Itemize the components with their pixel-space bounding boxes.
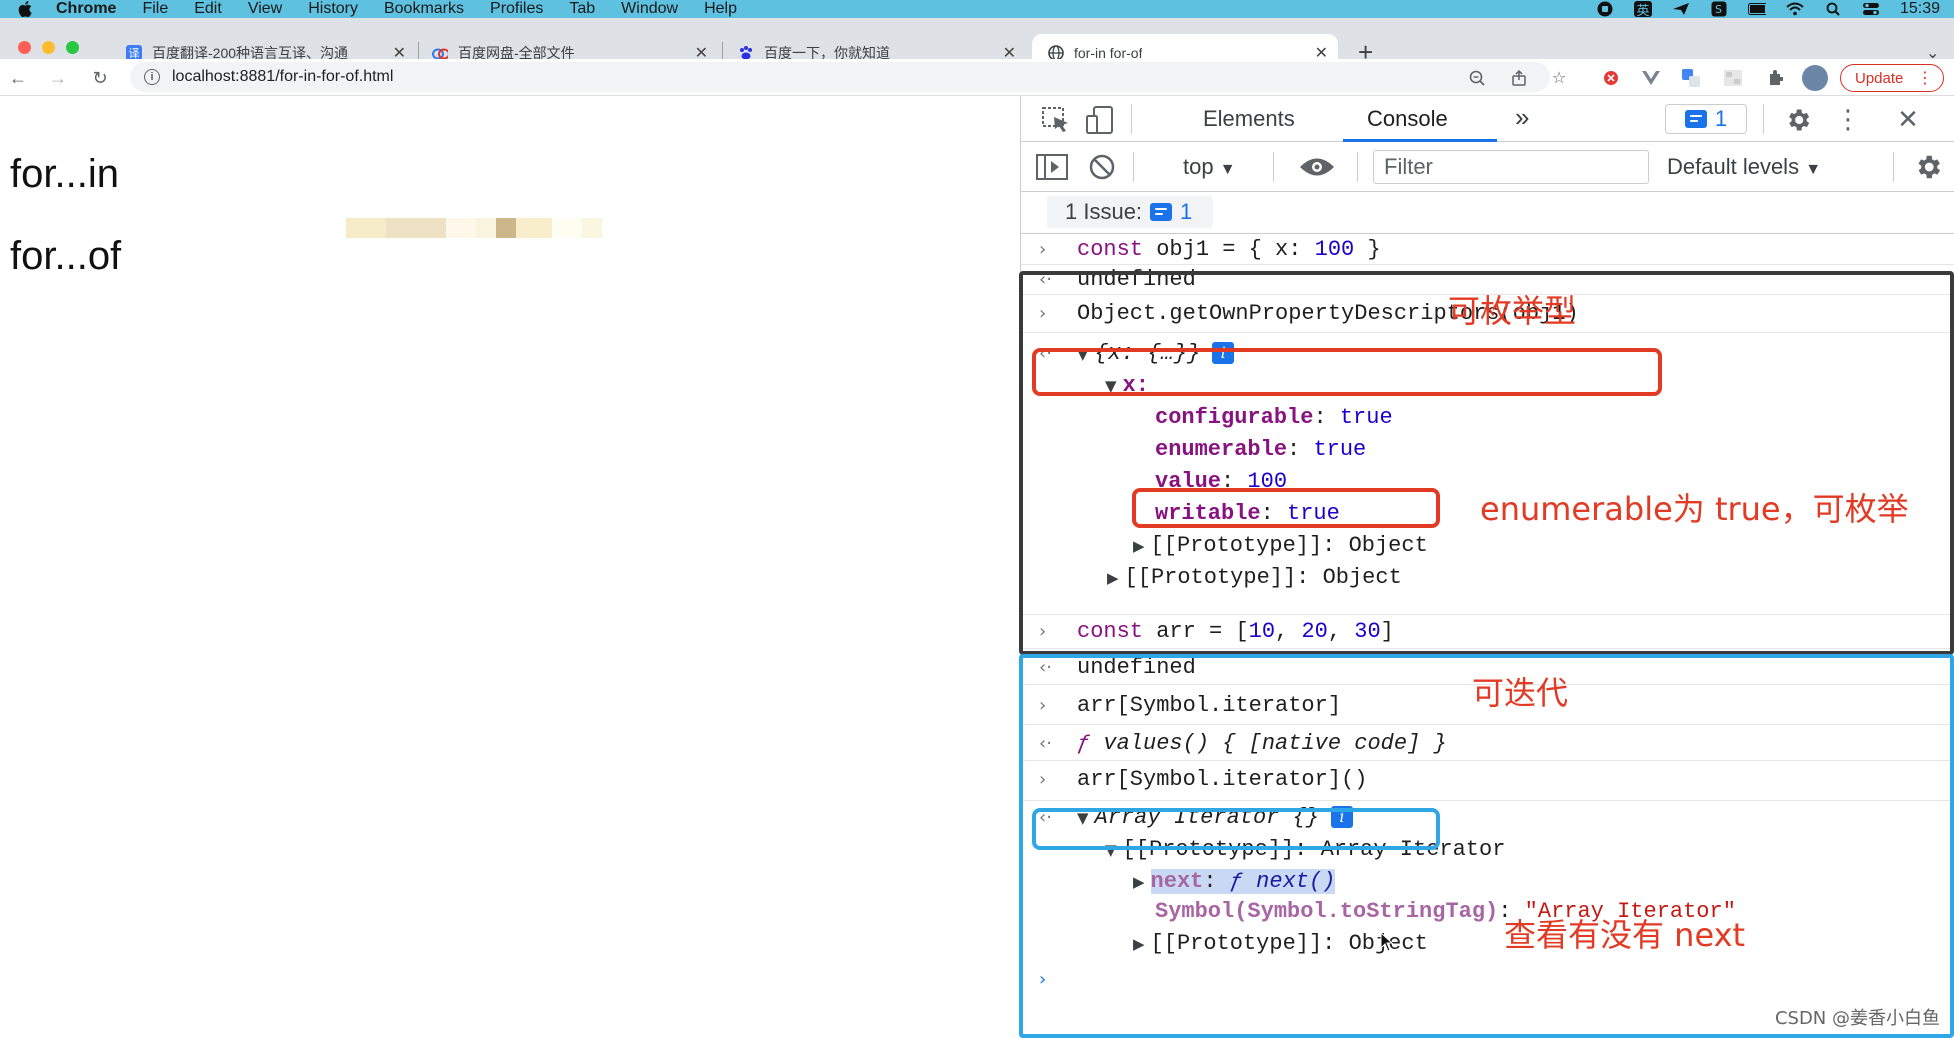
window-minimize-button[interactable] (42, 41, 55, 54)
menu-app-name[interactable]: Chrome (56, 0, 116, 18)
toolbar-divider (1273, 152, 1274, 182)
sidebar-toggle-icon[interactable] (1035, 152, 1069, 182)
update-label: Update (1855, 69, 1904, 87)
toolbar-divider (1133, 152, 1134, 182)
extension-translate-icon[interactable] (1680, 67, 1702, 89)
log-levels-value: Default levels (1667, 154, 1800, 179)
log-levels-dropdown[interactable]: Default levels ▼ (1667, 154, 1821, 180)
kebab-menu-icon[interactable]: ⋮ (1833, 104, 1863, 134)
menu-file[interactable]: File (142, 0, 168, 18)
menu-profiles[interactable]: Profiles (490, 0, 543, 18)
number-literal: 100 (1314, 236, 1355, 262)
issues-link[interactable]: 1 Issue: 1 (1047, 196, 1213, 228)
console-filter-input[interactable]: Filter (1373, 150, 1649, 184)
extensions-puzzle-icon[interactable] (1764, 67, 1786, 89)
issues-count: 1 (1180, 199, 1193, 224)
update-button[interactable]: Update ⋮ (1840, 64, 1944, 92)
address-url[interactable]: localhost:8881/for-in-for-of.html (172, 68, 393, 86)
battery-icon[interactable] (1747, 1, 1766, 17)
profile-avatar[interactable] (1802, 65, 1828, 91)
tab-elements[interactable]: Elements (1203, 106, 1295, 132)
toolbar-divider (1357, 152, 1358, 182)
annotation-highlight-iterator-call (1032, 808, 1440, 850)
menu-help[interactable]: Help (704, 0, 737, 18)
control-center-icon[interactable] (1862, 1, 1880, 17)
input-prompt-icon: › (1039, 238, 1047, 260)
annotation-highlight-descriptors-call (1032, 348, 1662, 396)
macos-menu-bar: Chrome File Edit View History Bookmarks … (0, 0, 1954, 18)
toolbar-divider (1893, 152, 1894, 182)
devtools-tab-bar: Elements Console » 1 ⋮ ✕ (1021, 96, 1954, 142)
zoom-icon[interactable] (1466, 67, 1488, 89)
extension-block-icon[interactable] (1600, 67, 1622, 89)
code-text: } (1354, 236, 1381, 262)
menu-bookmarks[interactable]: Bookmarks (384, 0, 464, 18)
dropdown-arrow-icon: ▼ (1805, 161, 1822, 178)
filter-placeholder: Filter (1384, 154, 1433, 179)
annotation-label-enumerable-type: 可枚举型 (1448, 292, 1577, 330)
menu-window[interactable]: Window (621, 0, 678, 18)
menu-bar-status-area: 英 S 15:39 (1596, 0, 1940, 18)
menu-tab[interactable]: Tab (569, 0, 595, 18)
extension-grid-icon[interactable] (1722, 67, 1744, 89)
dropdown-arrow-icon: ▼ (1219, 161, 1236, 178)
live-expression-eye-icon[interactable] (1297, 152, 1337, 182)
back-arrow-icon[interactable]: ← (6, 66, 30, 90)
share-icon[interactable] (1508, 67, 1530, 89)
issues-counter-value: 1 (1714, 106, 1728, 131)
watermark: CSDN @姜香小白鱼 (1774, 1008, 1940, 1029)
context-selector[interactable]: top ▼ (1183, 154, 1236, 180)
spotlight-search-icon[interactable] (1824, 1, 1842, 17)
menu-history[interactable]: History (308, 0, 358, 18)
more-tabs-icon[interactable]: » (1515, 102, 1529, 133)
console-toolbar: top ▼ Filter Default levels ▼ (1021, 142, 1954, 192)
apple-logo-icon[interactable] (16, 1, 34, 17)
site-info-icon[interactable]: i (144, 69, 160, 85)
issues-counter-button[interactable]: 1 (1665, 104, 1747, 134)
issues-label: 1 Issue: (1065, 199, 1143, 224)
annotation-label-iterable: 可迭代 (1472, 674, 1569, 712)
toolbar-divider (1763, 104, 1764, 134)
address-bar[interactable]: i localhost:8881/for-in-for-of.html (130, 62, 1550, 92)
annotation-label-check-next: 查看有没有 next (1504, 916, 1746, 954)
context-value: top (1183, 154, 1214, 179)
send-icon[interactable] (1672, 1, 1690, 17)
record-icon[interactable] (1596, 1, 1614, 17)
menu-bar-clock[interactable]: 15:39 (1900, 0, 1940, 18)
more-menu-icon: ⋮ (1917, 70, 1933, 87)
keyword: const (1077, 236, 1144, 262)
settings-gear-icon[interactable] (1783, 106, 1813, 134)
inspect-element-icon[interactable] (1041, 106, 1071, 134)
clear-console-icon[interactable] (1087, 152, 1117, 182)
svg-text:S: S (1715, 3, 1722, 16)
heading-for-in: for...in (10, 152, 119, 196)
issues-bar: 1 Issue: 1 (1021, 192, 1954, 234)
window-maximize-button[interactable] (66, 41, 79, 54)
bookmark-star-icon[interactable]: ☆ (1548, 67, 1570, 89)
code-text: obj1 = { x: (1143, 236, 1315, 262)
close-devtools-icon[interactable]: ✕ (1893, 104, 1923, 134)
message-icon (1684, 110, 1707, 128)
menu-edit[interactable]: Edit (194, 0, 222, 18)
browser-toolbar: ← → ↻ i localhost:8881/for-in-for-of.htm… (0, 59, 1954, 96)
menu-view[interactable]: View (248, 0, 282, 18)
reload-icon[interactable]: ↻ (88, 66, 112, 90)
sync-icon[interactable]: S (1710, 1, 1728, 17)
console-input-line[interactable]: › const obj1 = { x: 100 } (1021, 234, 1954, 264)
input-method-icon[interactable]: 英 (1633, 1, 1652, 18)
forward-arrow-icon[interactable]: → (46, 66, 70, 90)
toolbar-divider (1131, 104, 1132, 134)
annotation-label-enumerable-true: enumerable为 true，可枚举 (1480, 490, 1909, 528)
device-toolbar-icon[interactable] (1085, 106, 1115, 134)
annotation-highlight-enumerable (1132, 488, 1440, 528)
page-viewport: for...in for...of (0, 96, 1020, 1038)
extension-vue-icon[interactable] (1640, 67, 1662, 89)
heading-for-of: for...of (10, 234, 122, 278)
console-settings-gear-icon[interactable] (1911, 152, 1945, 182)
window-close-button[interactable] (18, 41, 31, 54)
tab-console[interactable]: Console (1367, 106, 1448, 132)
message-icon (1150, 203, 1173, 221)
wifi-icon[interactable] (1786, 1, 1804, 17)
blurred-mosaic (346, 218, 646, 238)
